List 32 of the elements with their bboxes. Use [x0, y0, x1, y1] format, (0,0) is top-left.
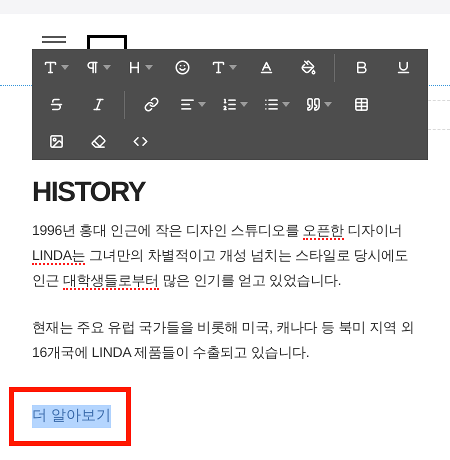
code-icon — [132, 134, 148, 149]
heading-icon — [127, 60, 142, 75]
caret-icon — [198, 102, 206, 107]
caret-icon — [103, 65, 111, 70]
paragraph: 1996년 홍대 인근에 작은 디자인 스튜디오를 오픈한 디자이너 LINDA는 그녀만의 차별적이고 개성 넘치는 스타일로 당시에도 인근 대학생들로부터 많은 인기를 얻고 있었습니다. — [32, 221, 410, 292]
text-icon — [211, 60, 226, 75]
learn-more-link[interactable]: 더 알아보기 — [32, 405, 112, 428]
quote-icon — [306, 97, 321, 112]
caret-icon — [145, 65, 153, 70]
table-icon — [354, 97, 368, 112]
bullet-list-icon — [264, 97, 279, 112]
font-icon — [43, 60, 58, 75]
paint-bucket-icon — [300, 60, 316, 75]
italic-icon — [90, 97, 106, 112]
text-color-icon — [258, 60, 274, 75]
caret-icon — [229, 65, 237, 70]
caret-icon — [282, 102, 290, 107]
smiley-icon — [174, 60, 190, 75]
caret-icon — [324, 102, 332, 107]
align-left-icon — [180, 97, 195, 112]
link-icon — [144, 97, 158, 112]
menu-icon[interactable] — [42, 34, 66, 42]
pilcrow-icon — [85, 60, 100, 75]
paragraph: 현재는 주요 유럽 국가들을 비롯해 미국, 캐나다 등 북미 지역 외 16개국에 LINDA 제품들이 수출되고 있습니다. — [32, 318, 415, 362]
eraser-icon — [90, 134, 106, 149]
caret-icon — [240, 102, 248, 107]
section-title: HISTORY — [32, 178, 147, 206]
caret-icon — [61, 65, 69, 70]
numbered-list-icon — [222, 97, 237, 112]
image-icon — [48, 134, 64, 149]
strikethrough-icon — [48, 97, 64, 112]
underline-icon — [396, 60, 410, 75]
